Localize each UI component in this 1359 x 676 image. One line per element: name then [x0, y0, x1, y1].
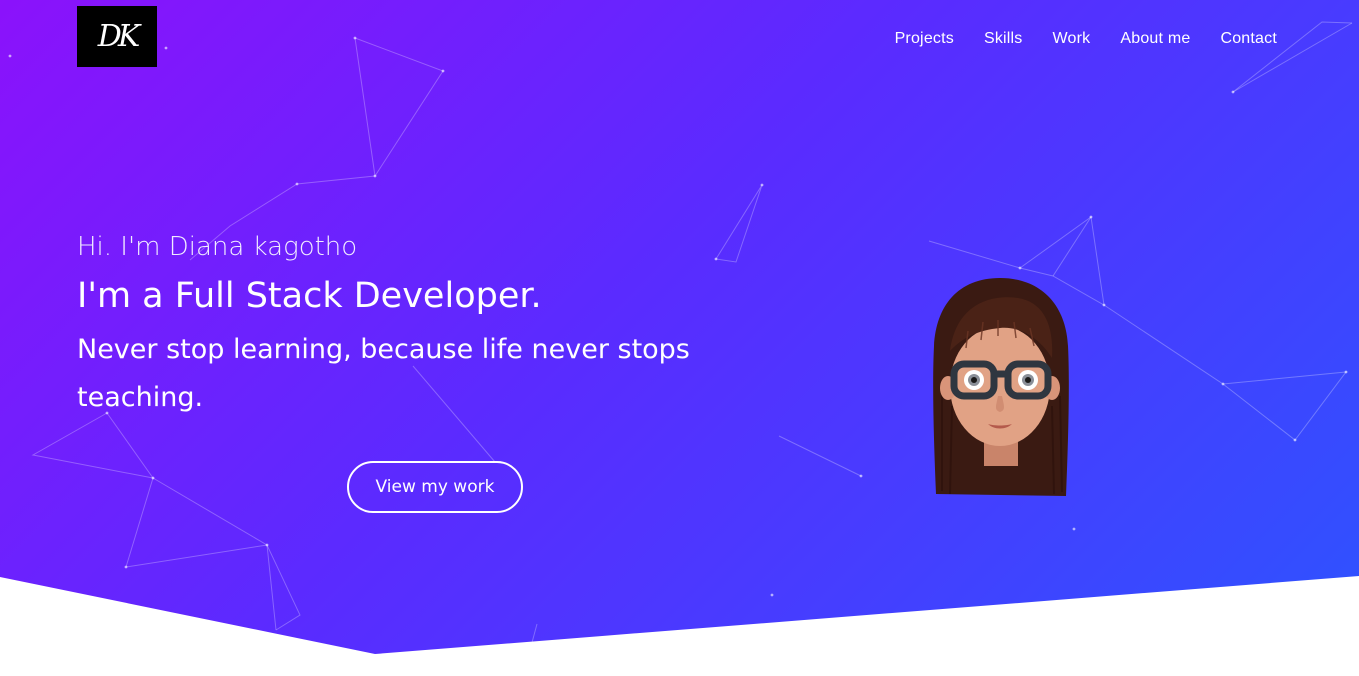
view-my-work-button[interactable]: View my work [347, 461, 523, 513]
hero-title: I'm a Full Stack Developer. [77, 276, 542, 316]
nav-link-work[interactable]: Work [1053, 30, 1091, 48]
nav-link-contact[interactable]: Contact [1220, 30, 1277, 48]
nav-link-about-me[interactable]: About me [1120, 30, 1190, 48]
logo-text: DK [97, 19, 141, 54]
hero-tagline: Never stop learning, because life never … [77, 334, 690, 413]
hero-greeting: Hi. I'm Diana kagotho [77, 232, 358, 262]
main-nav: Projects Skills Work About me Contact [895, 30, 1277, 48]
hero-section: DK Projects Skills Work About me Contact… [0, 0, 1359, 654]
memoji-avatar-icon [933, 278, 1069, 496]
nav-link-projects[interactable]: Projects [895, 30, 954, 48]
nav-link-skills[interactable]: Skills [984, 30, 1023, 48]
logo[interactable]: DK [77, 6, 157, 67]
